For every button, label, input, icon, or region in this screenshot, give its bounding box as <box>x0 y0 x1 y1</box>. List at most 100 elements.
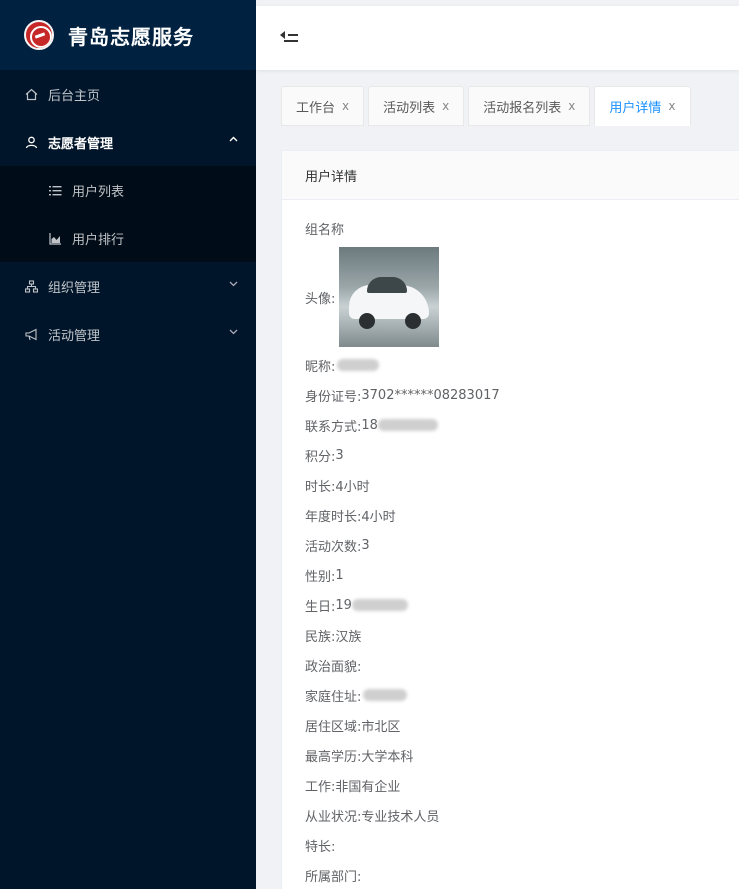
tab-activity-signup-list[interactable]: 活动报名列表 x <box>468 86 591 126</box>
tab-user-detail[interactable]: 用户详情 x <box>594 86 691 126</box>
close-icon[interactable]: x <box>668 99 675 113</box>
top-header <box>256 6 739 70</box>
redacted-blur <box>377 419 438 431</box>
user-icon <box>24 135 38 149</box>
close-icon[interactable]: x <box>342 99 349 113</box>
field-activity-count: 活动次数: 3 <box>305 530 727 560</box>
tab-label: 工作台 <box>296 100 336 116</box>
field-ethnicity: 民族: 汉族 <box>305 620 727 650</box>
field-label: 所属部门: <box>305 869 362 885</box>
tab-workbench[interactable]: 工作台 x <box>281 86 365 126</box>
field-nickname: 昵称: <box>305 350 727 380</box>
sidebar: 青岛志愿服务 后台主页 志愿者管理 用户列表 用户排行 组织管理 活动管理 <box>0 0 256 889</box>
field-label: 政治面貌: <box>305 659 362 675</box>
field-annual-duration: 年度时长: 4小时 <box>305 500 727 530</box>
field-label: 特长: <box>305 839 336 855</box>
field-value: 3 <box>361 537 370 553</box>
sidebar-item-volunteer-management[interactable]: 志愿者管理 <box>0 118 256 166</box>
field-value: 1 <box>335 567 344 583</box>
sidebar-item-user-list[interactable]: 用户列表 <box>0 166 256 214</box>
close-icon[interactable]: x <box>442 99 449 113</box>
field-label: 年度时长: <box>305 509 362 525</box>
redacted-blur <box>351 599 408 611</box>
field-value: 3702******08283017 <box>361 387 500 403</box>
field-label: 时长: <box>305 479 336 495</box>
avatar <box>339 247 440 347</box>
field-label: 家庭住址: <box>305 689 362 705</box>
group-name-label: 组名称 <box>305 222 345 238</box>
sidebar-item-activity-management[interactable]: 活动管理 <box>0 310 256 358</box>
menu-fold-icon[interactable] <box>280 28 298 44</box>
field-value: 大学本科 <box>361 749 414 765</box>
field-points: 积分: 3 <box>305 440 727 470</box>
field-label: 居住区域: <box>305 719 362 735</box>
field-value: 3 <box>335 447 344 463</box>
sidebar-item-label: 活动管理 <box>48 328 101 344</box>
field-political-status: 政治面貌: <box>305 650 727 680</box>
field-gender: 性别: 1 <box>305 560 727 590</box>
sidebar-item-home[interactable]: 后台主页 <box>0 70 256 118</box>
field-residential-area: 居住区域: 市北区 <box>305 710 727 740</box>
sidebar-item-org-management[interactable]: 组织管理 <box>0 262 256 310</box>
field-birthday: 生日: 19 <box>305 590 727 620</box>
field-label: 性别: <box>305 569 336 585</box>
field-label: 生日: <box>305 599 336 615</box>
tab-label: 活动报名列表 <box>483 100 562 116</box>
field-label: 昵称: <box>305 359 336 375</box>
field-label: 积分: <box>305 449 336 465</box>
sidebar-item-label: 用户排行 <box>72 232 125 248</box>
field-department: 所属部门: <box>305 860 727 889</box>
field-label: 活动次数: <box>305 539 362 555</box>
close-icon[interactable]: x <box>568 99 575 113</box>
tab-activity-list[interactable]: 活动列表 x <box>368 86 465 126</box>
field-label: 联系方式: <box>305 419 362 435</box>
field-contact: 联系方式: 18 <box>305 410 727 440</box>
sidebar-item-user-ranking[interactable]: 用户排行 <box>0 214 256 262</box>
volunteer-submenu: 用户列表 用户排行 <box>0 166 256 262</box>
field-education: 最高学历: 大学本科 <box>305 740 727 770</box>
field-label: 民族: <box>305 629 336 645</box>
field-value: 4小时 <box>335 479 370 495</box>
field-value: 18 <box>361 417 378 433</box>
field-home-address: 家庭住址: <box>305 680 727 710</box>
field-duration: 时长: 4小时 <box>305 470 727 500</box>
redacted-blur <box>337 359 380 371</box>
car-wheel <box>359 313 376 329</box>
field-value: 4小时 <box>361 509 396 525</box>
chevron-down-icon <box>229 279 238 291</box>
field-label: 工作: <box>305 779 336 795</box>
avatar-label: 头像: <box>305 291 336 307</box>
field-id-number: 身份证号: 3702******08283017 <box>305 380 727 410</box>
logo <box>24 20 54 50</box>
field-label: 最高学历: <box>305 749 362 765</box>
card-body: 组名称 头像: 昵称: 身份证号: 3702******08283017 联系方… <box>282 200 739 889</box>
car-wheel <box>405 313 422 329</box>
cluster-icon <box>24 279 38 293</box>
field-value: 19 <box>335 597 352 613</box>
group-name: 组名称 <box>305 216 727 240</box>
sidebar-item-label: 组织管理 <box>48 280 101 296</box>
list-icon <box>48 183 62 197</box>
area-chart-icon <box>48 231 62 245</box>
field-work: 工作: 非国有企业 <box>305 770 727 800</box>
card-title: 用户详情 <box>282 151 739 200</box>
tab-label: 用户详情 <box>609 100 662 116</box>
chevron-down-icon <box>229 327 238 339</box>
sidebar-item-label: 志愿者管理 <box>48 136 114 152</box>
field-value: 汉族 <box>335 629 362 645</box>
field-value: 市北区 <box>361 719 401 735</box>
field-value: 专业技术人员 <box>361 809 440 825</box>
app-title: 青岛志愿服务 <box>68 24 194 49</box>
field-value: 非国有企业 <box>335 779 401 795</box>
user-detail-card: 用户详情 组名称 头像: 昵称: 身份证号: 3702******0828301… <box>281 150 739 889</box>
tab-label: 活动列表 <box>383 100 436 116</box>
chevron-up-icon <box>229 135 238 147</box>
sidebar-item-label: 后台主页 <box>48 88 101 104</box>
field-specialty: 特长: <box>305 830 727 860</box>
notification-icon <box>24 327 38 341</box>
brand-header: 青岛志愿服务 <box>0 0 256 70</box>
home-icon <box>24 87 38 101</box>
field-employment-status: 从业状况: 专业技术人员 <box>305 800 727 830</box>
sidebar-item-label: 用户列表 <box>72 184 125 200</box>
field-label: 从业状况: <box>305 809 362 825</box>
